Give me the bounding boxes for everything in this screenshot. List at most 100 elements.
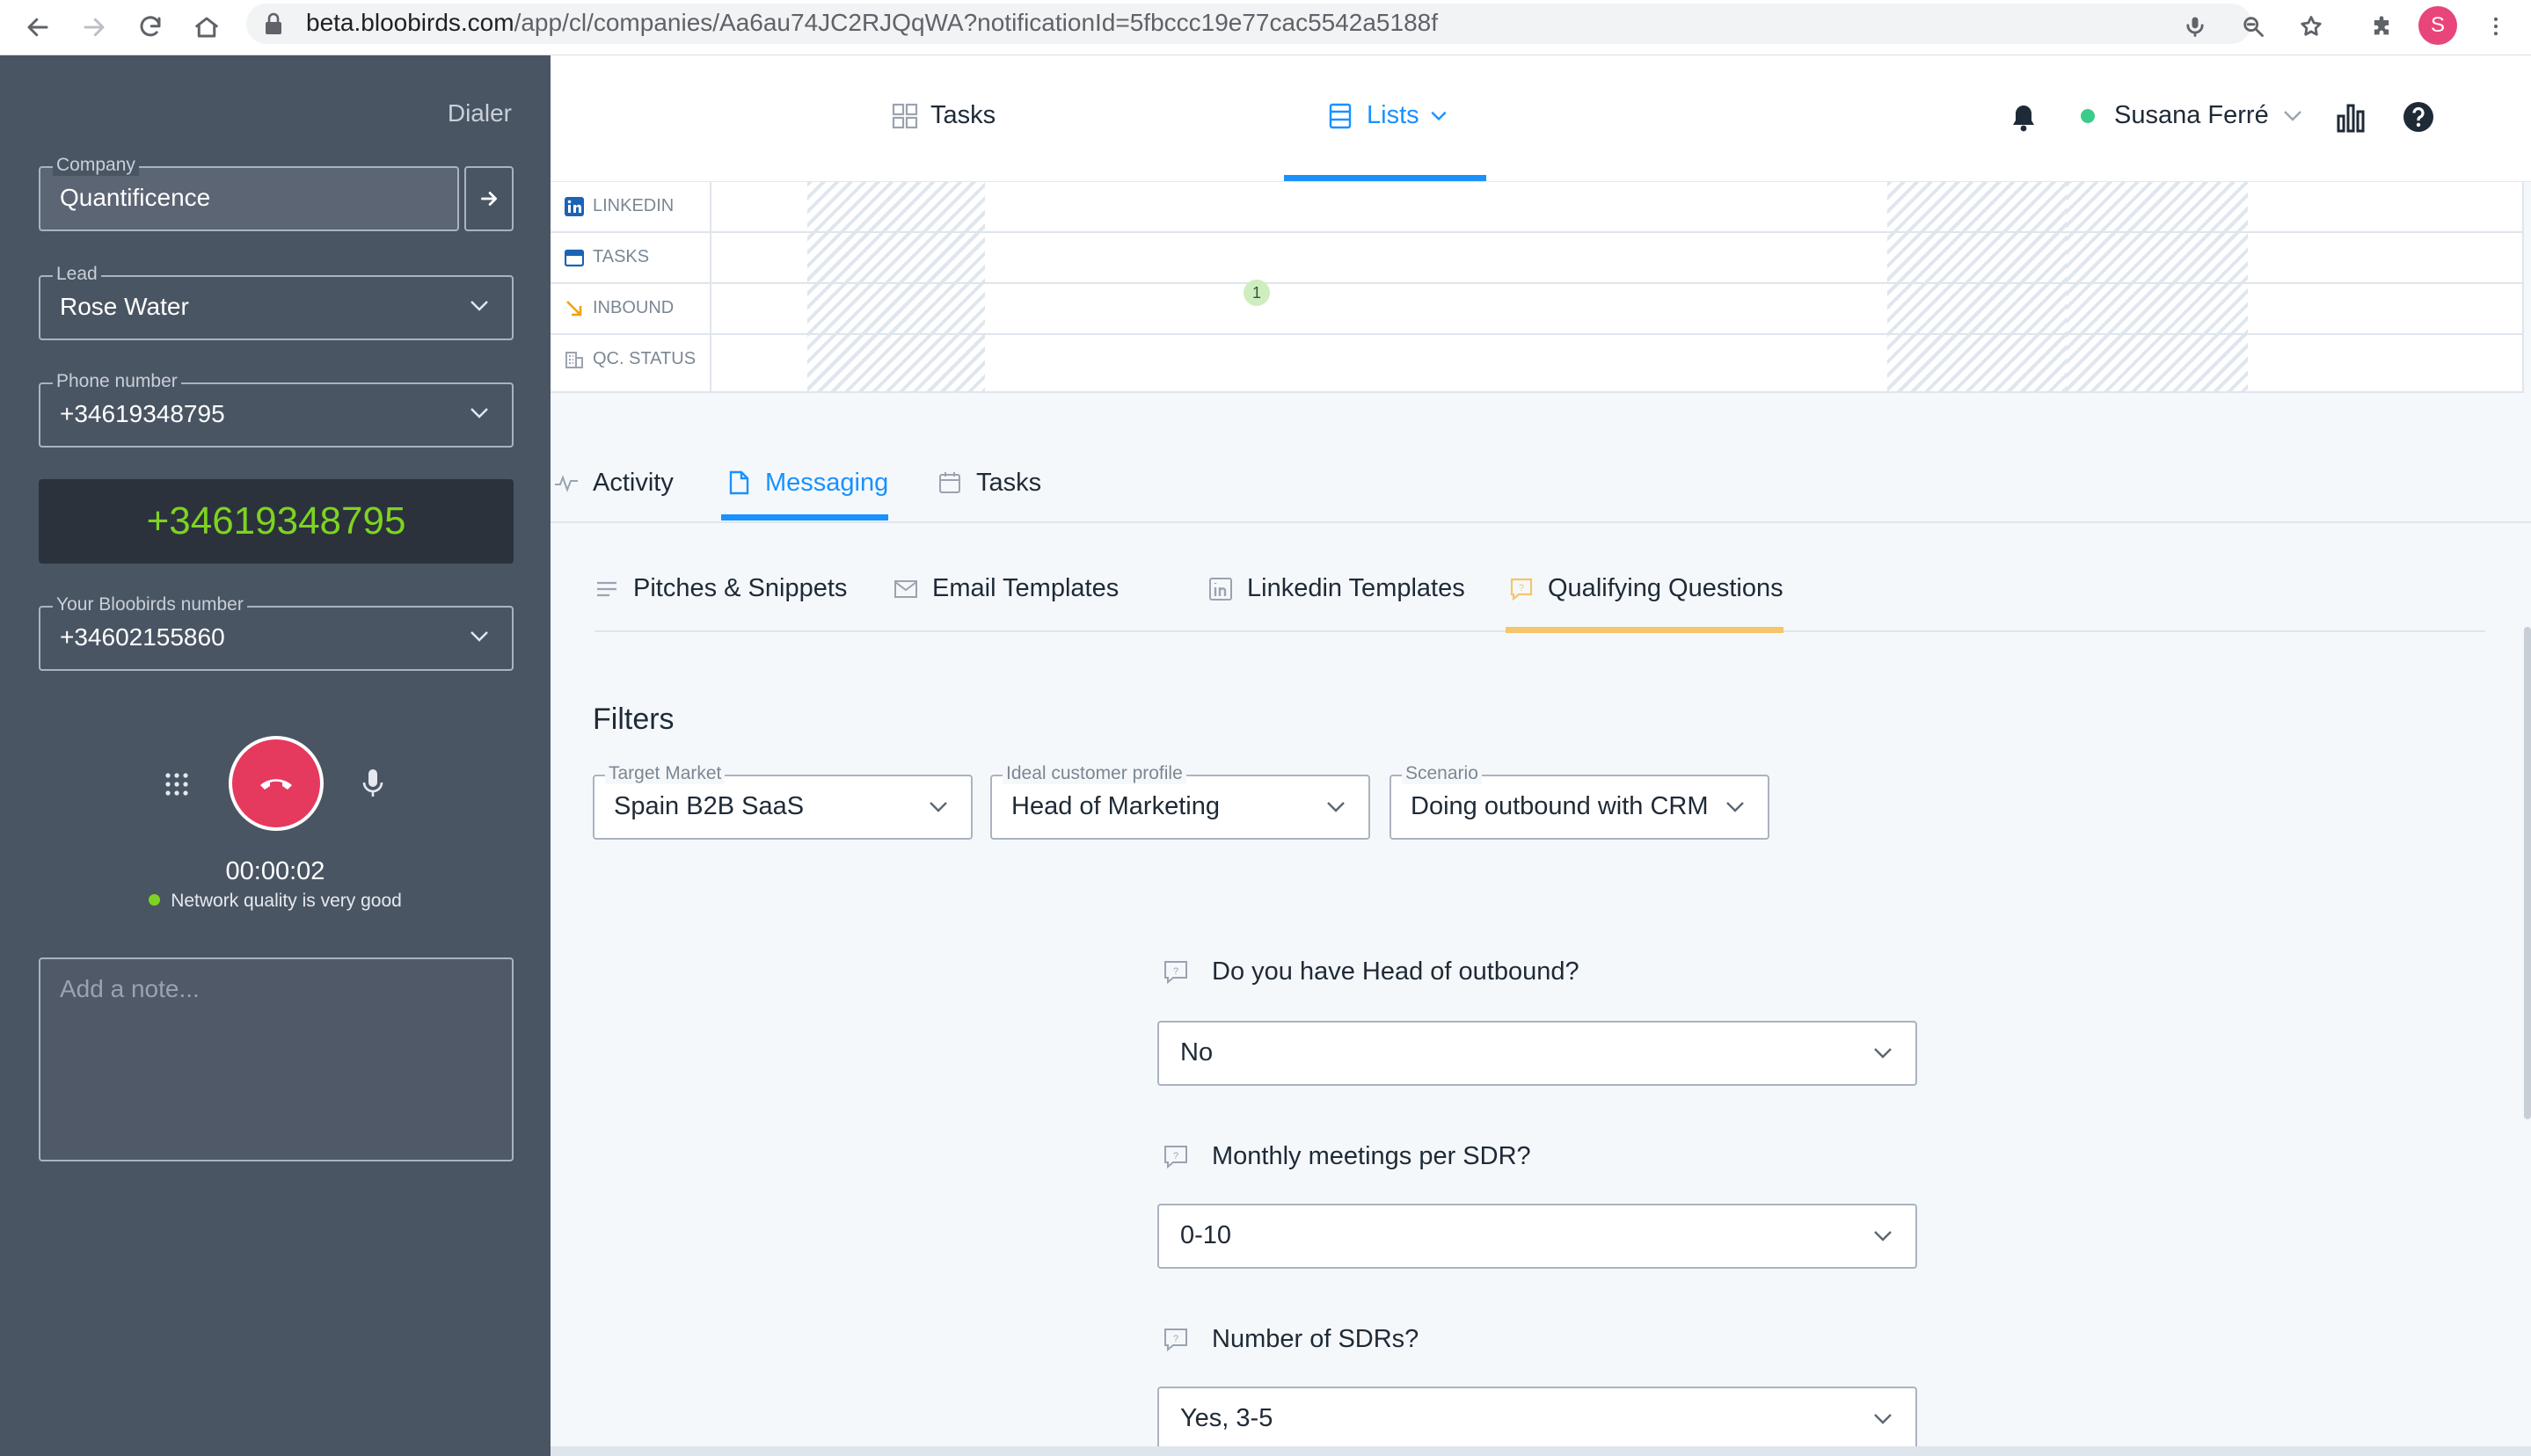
reload-icon[interactable] [130, 7, 171, 47]
call-controls [0, 732, 551, 838]
tab-tasks-label: Tasks [976, 469, 1042, 497]
company-field[interactable]: Company Quantificence [39, 155, 459, 231]
notifications-bell-icon[interactable] [2009, 103, 2039, 133]
messaging-subtabs: Pitches & Snippets Email Templates Linke… [594, 574, 2485, 633]
subtab-linkedin-label: Linkedin Templates [1247, 574, 1465, 602]
nav-lists-underline [1284, 175, 1486, 181]
hang-up-button[interactable] [229, 736, 324, 831]
answer-select[interactable]: 0-10 [1157, 1204, 1917, 1269]
forward-icon[interactable] [74, 7, 114, 47]
timeline-row-inbound: INBOUND [551, 284, 2524, 335]
calendar-icon [939, 472, 960, 493]
answer-select[interactable]: Yes, 3-5 [1157, 1387, 1917, 1452]
scenario-value: Doing outbound with CRM [1411, 792, 1709, 820]
timeline-row-qc-status: QC. STATUS [551, 335, 2524, 386]
lock-icon [266, 12, 281, 34]
chevron-down-icon [1327, 802, 1345, 812]
user-name: Susana Ferré [2114, 101, 2269, 129]
bookmark-star-icon[interactable] [2292, 7, 2330, 46]
inbound-arrow-icon [566, 300, 582, 316]
url-host: beta.bloobirds.com [306, 9, 514, 36]
nav-tasks-label: Tasks [930, 101, 996, 129]
dialer-title: Dialer [447, 99, 512, 127]
top-navigation: Tasks Lists Susana Ferré [551, 55, 2531, 182]
company-label: Company [53, 155, 139, 176]
chevron-down-icon [1874, 1231, 1892, 1241]
phone-hangup-icon [260, 779, 292, 790]
linkedin-icon [565, 196, 584, 216]
dialer-panel: Dialer Company Quantificence Lead Rose W… [0, 55, 551, 1456]
svg-text:?: ? [1173, 1151, 1178, 1161]
target-market-select[interactable]: Target Market Spain B2B SaaS [593, 763, 973, 840]
question-text: Do you have Head of outbound? [1212, 957, 1579, 986]
chevron-down-icon [1726, 802, 1744, 812]
extensions-icon[interactable] [2362, 7, 2401, 46]
chevron-down-icon [1874, 1048, 1892, 1059]
note-placeholder: Add a note... [60, 975, 200, 1002]
building-icon [565, 351, 583, 368]
home-icon[interactable] [186, 7, 227, 47]
lead-label: Lead [53, 264, 101, 285]
svg-text:?: ? [1173, 966, 1178, 977]
lead-select[interactable]: Lead Rose Water [39, 264, 514, 340]
phone-number-value: +34619348795 [60, 400, 225, 427]
subtab-qualifying-underline [1506, 627, 1783, 633]
calendar-icon [565, 249, 584, 266]
own-number-select[interactable]: Your Bloobirds number +34602155860 [39, 594, 514, 671]
question-text: Monthly meetings per SDR? [1212, 1142, 1531, 1170]
dashboard-chart-icon[interactable] [2334, 101, 2367, 135]
url-path: /app/cl/companies/Aa6au74JC2RJQqWA?notif… [514, 9, 1439, 36]
url-text[interactable]: beta.bloobirds.com/app/cl/companies/Aa6a… [306, 9, 1438, 37]
tab-activity-label: Activity [593, 469, 674, 497]
question-bubble-icon: ? [1164, 1145, 1187, 1168]
user-menu[interactable]: Susana Ferré [2081, 101, 2302, 130]
filters-title: Filters [593, 703, 675, 736]
note-textarea[interactable]: Add a note... [39, 957, 514, 1161]
nav-tasks[interactable]: Tasks [892, 101, 996, 130]
microphone-icon[interactable] [361, 768, 385, 799]
network-status-dot [149, 893, 161, 906]
activity-timeline: LINKEDIN TASKS INBOUND QC. STATUS [551, 182, 2524, 393]
keypad-icon[interactable] [164, 771, 190, 797]
question-bubble-icon: ? [1164, 960, 1187, 984]
phone-number-select[interactable]: Phone number +34619348795 [39, 371, 514, 448]
answer-select[interactable]: No [1157, 1021, 1917, 1086]
grid-icon [892, 103, 918, 128]
linkedin-icon [1209, 577, 1232, 601]
profile-avatar[interactable]: S [2418, 6, 2457, 45]
scenario-select[interactable]: Scenario Doing outbound with CRM [1389, 763, 1769, 840]
answer-value: Yes, 3-5 [1180, 1404, 1273, 1432]
tab-messaging[interactable]: Messaging [726, 469, 888, 521]
call-timer: 00:00:02 [225, 857, 325, 885]
network-status: Network quality is very good [0, 891, 551, 912]
subtab-email-templates[interactable]: Email Templates [894, 574, 1119, 603]
scenario-label: Scenario [1402, 763, 1482, 784]
more-menu-icon[interactable] [2476, 7, 2515, 46]
company-value: Quantificence [60, 184, 211, 211]
zoom-icon[interactable] [2234, 7, 2272, 46]
nav-lists[interactable]: Lists [1328, 101, 1448, 130]
qc-status-badge[interactable]: 1 [1244, 280, 1270, 306]
question-bubble-icon: ? [1164, 1328, 1187, 1351]
tab-tasks[interactable]: Tasks [937, 469, 1041, 521]
icp-select[interactable]: Ideal customer profile Head of Marketing [990, 763, 1370, 840]
tab-messaging-label: Messaging [765, 469, 889, 497]
subtab-qualifying-questions[interactable]: ? Qualifying Questions [1509, 574, 1783, 603]
tab-activity[interactable]: Activity [554, 469, 674, 521]
timeline-label: INBOUND [565, 298, 674, 318]
subtab-linkedin-templates[interactable]: Linkedin Templates [1208, 574, 1465, 603]
target-market-label: Target Market [605, 763, 726, 784]
subtab-pitches-snippets[interactable]: Pitches & Snippets [594, 574, 847, 603]
timeline-label-text: TASKS [593, 247, 650, 266]
microphone-icon[interactable] [2176, 7, 2214, 46]
open-company-button[interactable] [464, 166, 514, 231]
timeline-label-text: INBOUND [593, 298, 675, 317]
scrollbar[interactable] [2524, 627, 2531, 1119]
dialed-number-display: +34619348795 [39, 479, 514, 564]
subtab-email-label: Email Templates [932, 574, 1120, 602]
back-icon[interactable] [18, 7, 58, 47]
answer-value: 0-10 [1180, 1221, 1232, 1249]
question-label: ? Do you have Head of outbound? [1163, 957, 1579, 986]
help-icon[interactable] [2403, 101, 2434, 133]
bottom-edge [551, 1446, 2531, 1456]
